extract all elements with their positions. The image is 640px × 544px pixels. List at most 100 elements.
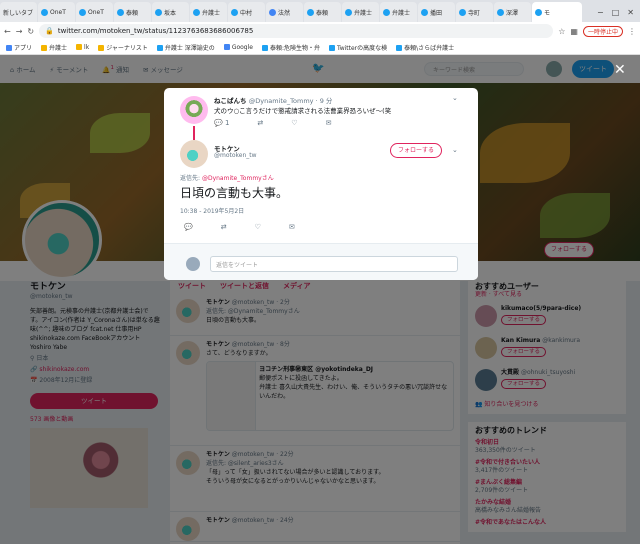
main-tweet-avatar[interactable]	[180, 140, 208, 168]
twitter-favicon-icon	[497, 8, 504, 16]
browser-tab[interactable]: OneT	[38, 2, 75, 22]
browser-tab[interactable]: 法然	[266, 2, 303, 22]
pause-button[interactable]: 一時停止中	[582, 25, 623, 37]
follow-button[interactable]: フォローする	[390, 143, 442, 158]
browser-tab[interactable]: 泰頼	[114, 2, 151, 22]
twitter-favicon-icon	[307, 8, 314, 16]
twitter-favicon-icon	[155, 8, 162, 16]
like-icon[interactable]: ♡	[291, 119, 297, 127]
bookmark-label: lk	[84, 43, 90, 51]
reply-to-user[interactable]: @Dynamite_Tommyさん	[202, 175, 274, 182]
browser-tab[interactable]: 弁護士	[380, 2, 417, 22]
parent-tweet-avatar[interactable]	[180, 96, 208, 124]
tab-label: モ	[544, 9, 551, 17]
google-favicon-icon	[223, 44, 230, 50]
browser-tab[interactable]: 深澤	[494, 2, 531, 22]
parent-tweet-author[interactable]: ねこぱんち	[214, 97, 247, 105]
bookmark-item[interactable]: 弁護士 深澤諭史の	[156, 43, 215, 52]
chevron-down-icon[interactable]: ⌄	[452, 146, 458, 154]
bookmark-label: 弁護士 深澤諭史の	[164, 44, 215, 52]
browser-tab-strip: 新しいタブ OneT OneT 泰頼 坂本 弁護士 中村 法然 泰頼 弁護士 弁…	[0, 0, 640, 22]
extension-icon[interactable]: ▦	[570, 27, 578, 36]
like-icon[interactable]: ♡	[255, 223, 261, 231]
dm-icon[interactable]: ✉	[326, 119, 332, 127]
thread-connector	[193, 126, 195, 140]
tweet-detail-modal: ねこぱんち @Dynamite_Tommy · 9 分 ⌄ 犬のウ○こ言うだけで…	[164, 88, 478, 280]
tab-label: 中村	[240, 9, 253, 17]
browser-tab[interactable]: 播田	[418, 2, 455, 22]
tab-label: 弁護士	[202, 9, 221, 17]
bookmark-item[interactable]: 弁護士	[41, 43, 67, 52]
reply-count: 1	[224, 119, 230, 127]
browser-tab[interactable]: 坂本	[152, 2, 189, 22]
tab-label: 新しいタブ	[3, 9, 34, 17]
close-icon[interactable]: ✕	[614, 62, 626, 78]
chevron-down-icon[interactable]: ⌄	[452, 94, 458, 102]
bookmark-item[interactable]: ジャーナリスト	[98, 43, 148, 52]
retweet-icon[interactable]: ⇄	[221, 223, 227, 231]
twitter-favicon-icon	[535, 8, 542, 16]
reply-action[interactable]: 💬 1	[214, 119, 229, 127]
tab-label: 播田	[430, 9, 443, 17]
tab-label: 弁護士	[354, 9, 373, 17]
bookmark-item[interactable]: Twitterの高度な検	[329, 43, 387, 52]
parent-tweet-text: 犬のウ○こ言うだけで懲戒請求される法曹業界恐ろいぜ〜(笑	[214, 107, 392, 115]
folder-icon	[41, 45, 48, 51]
bookmark-item[interactable]: Google	[223, 43, 253, 51]
tab-label: OneT	[50, 8, 66, 16]
bookmark-item[interactable]: 泰頼:危険生物・弁	[261, 43, 320, 52]
retweet-icon[interactable]: ⇄	[257, 119, 263, 127]
browser-tab-active[interactable]: モ	[532, 2, 582, 22]
browser-tab[interactable]: 泰頼	[304, 2, 341, 22]
twitter-favicon-icon	[156, 45, 163, 51]
address-bar[interactable]: 🔒 twitter.com/motoken_tw/status/11237636…	[39, 24, 554, 38]
twitter-favicon-icon	[193, 8, 200, 16]
close-window-icon[interactable]: ✕	[627, 8, 634, 17]
twitter-favicon-icon	[396, 45, 403, 51]
reply-input[interactable]: 返信をツイート	[210, 256, 458, 272]
main-tweet-actions: 💬 ⇄ ♡ ✉	[184, 223, 295, 231]
tab-label: OneT	[88, 8, 104, 16]
twitter-favicon-icon	[261, 45, 268, 51]
main-tweet-date[interactable]: 10:38 - 2019年5月2日	[180, 206, 244, 215]
twitter-favicon-icon	[329, 45, 336, 51]
menu-icon[interactable]: ⋮	[628, 27, 636, 36]
dm-icon[interactable]: ✉	[289, 223, 295, 231]
main-tweet-handle[interactable]: @motoken_tw	[214, 152, 257, 159]
onenote-favicon-icon	[41, 8, 48, 16]
browser-tab[interactable]: 寺町	[456, 2, 493, 22]
back-icon[interactable]: ←	[4, 27, 11, 36]
bookmarks-bar: アプリ 弁護士 lk ジャーナリスト 弁護士 深澤諭史の Google 泰頼:危…	[0, 40, 640, 55]
parent-tweet-header: ねこぱんち @Dynamite_Tommy · 9 分	[214, 95, 332, 105]
star-icon[interactable]: ☆	[558, 27, 565, 36]
tab-label: 深澤	[506, 9, 519, 17]
browser-tab[interactable]: 新しいタブ	[0, 2, 37, 22]
tab-label: 泰頼	[126, 9, 139, 17]
tab-label: 寺町	[468, 9, 481, 17]
maximize-icon[interactable]: □	[612, 8, 620, 17]
folder-icon	[76, 44, 83, 50]
reply-to-prefix: 返信先:	[180, 175, 201, 182]
bookmark-label: 泰頼\さらば弁護士	[404, 44, 455, 52]
bookmark-item[interactable]: lk	[76, 44, 89, 51]
google-favicon-icon	[269, 8, 276, 16]
browser-toolbar: ← → ↻ 🔒 twitter.com/motoken_tw/status/11…	[0, 22, 640, 40]
forward-icon[interactable]: →	[16, 27, 23, 36]
browser-tab[interactable]: 中村	[228, 2, 265, 22]
twitter-favicon-icon	[383, 8, 390, 16]
browser-tab[interactable]: 弁護士	[190, 2, 227, 22]
parent-tweet-meta: @Dynamite_Tommy · 9 分	[248, 97, 333, 105]
reply-icon[interactable]: 💬	[184, 223, 193, 231]
twitter-favicon-icon	[345, 8, 352, 16]
window-controls: − □ ✕	[591, 2, 640, 22]
browser-tab[interactable]: 弁護士	[342, 2, 379, 22]
bookmark-item[interactable]: 泰頼\さらば弁護士	[396, 43, 454, 52]
bookmark-item[interactable]: アプリ	[6, 43, 32, 52]
reload-icon[interactable]: ↻	[27, 27, 34, 36]
minimize-icon[interactable]: −	[597, 8, 604, 17]
bookmark-label: Google	[231, 43, 253, 51]
twitter-favicon-icon	[459, 8, 466, 16]
twitter-favicon-icon	[421, 8, 428, 16]
browser-tab[interactable]: OneT	[76, 2, 113, 22]
bookmark-label: ジャーナリスト	[106, 44, 148, 52]
